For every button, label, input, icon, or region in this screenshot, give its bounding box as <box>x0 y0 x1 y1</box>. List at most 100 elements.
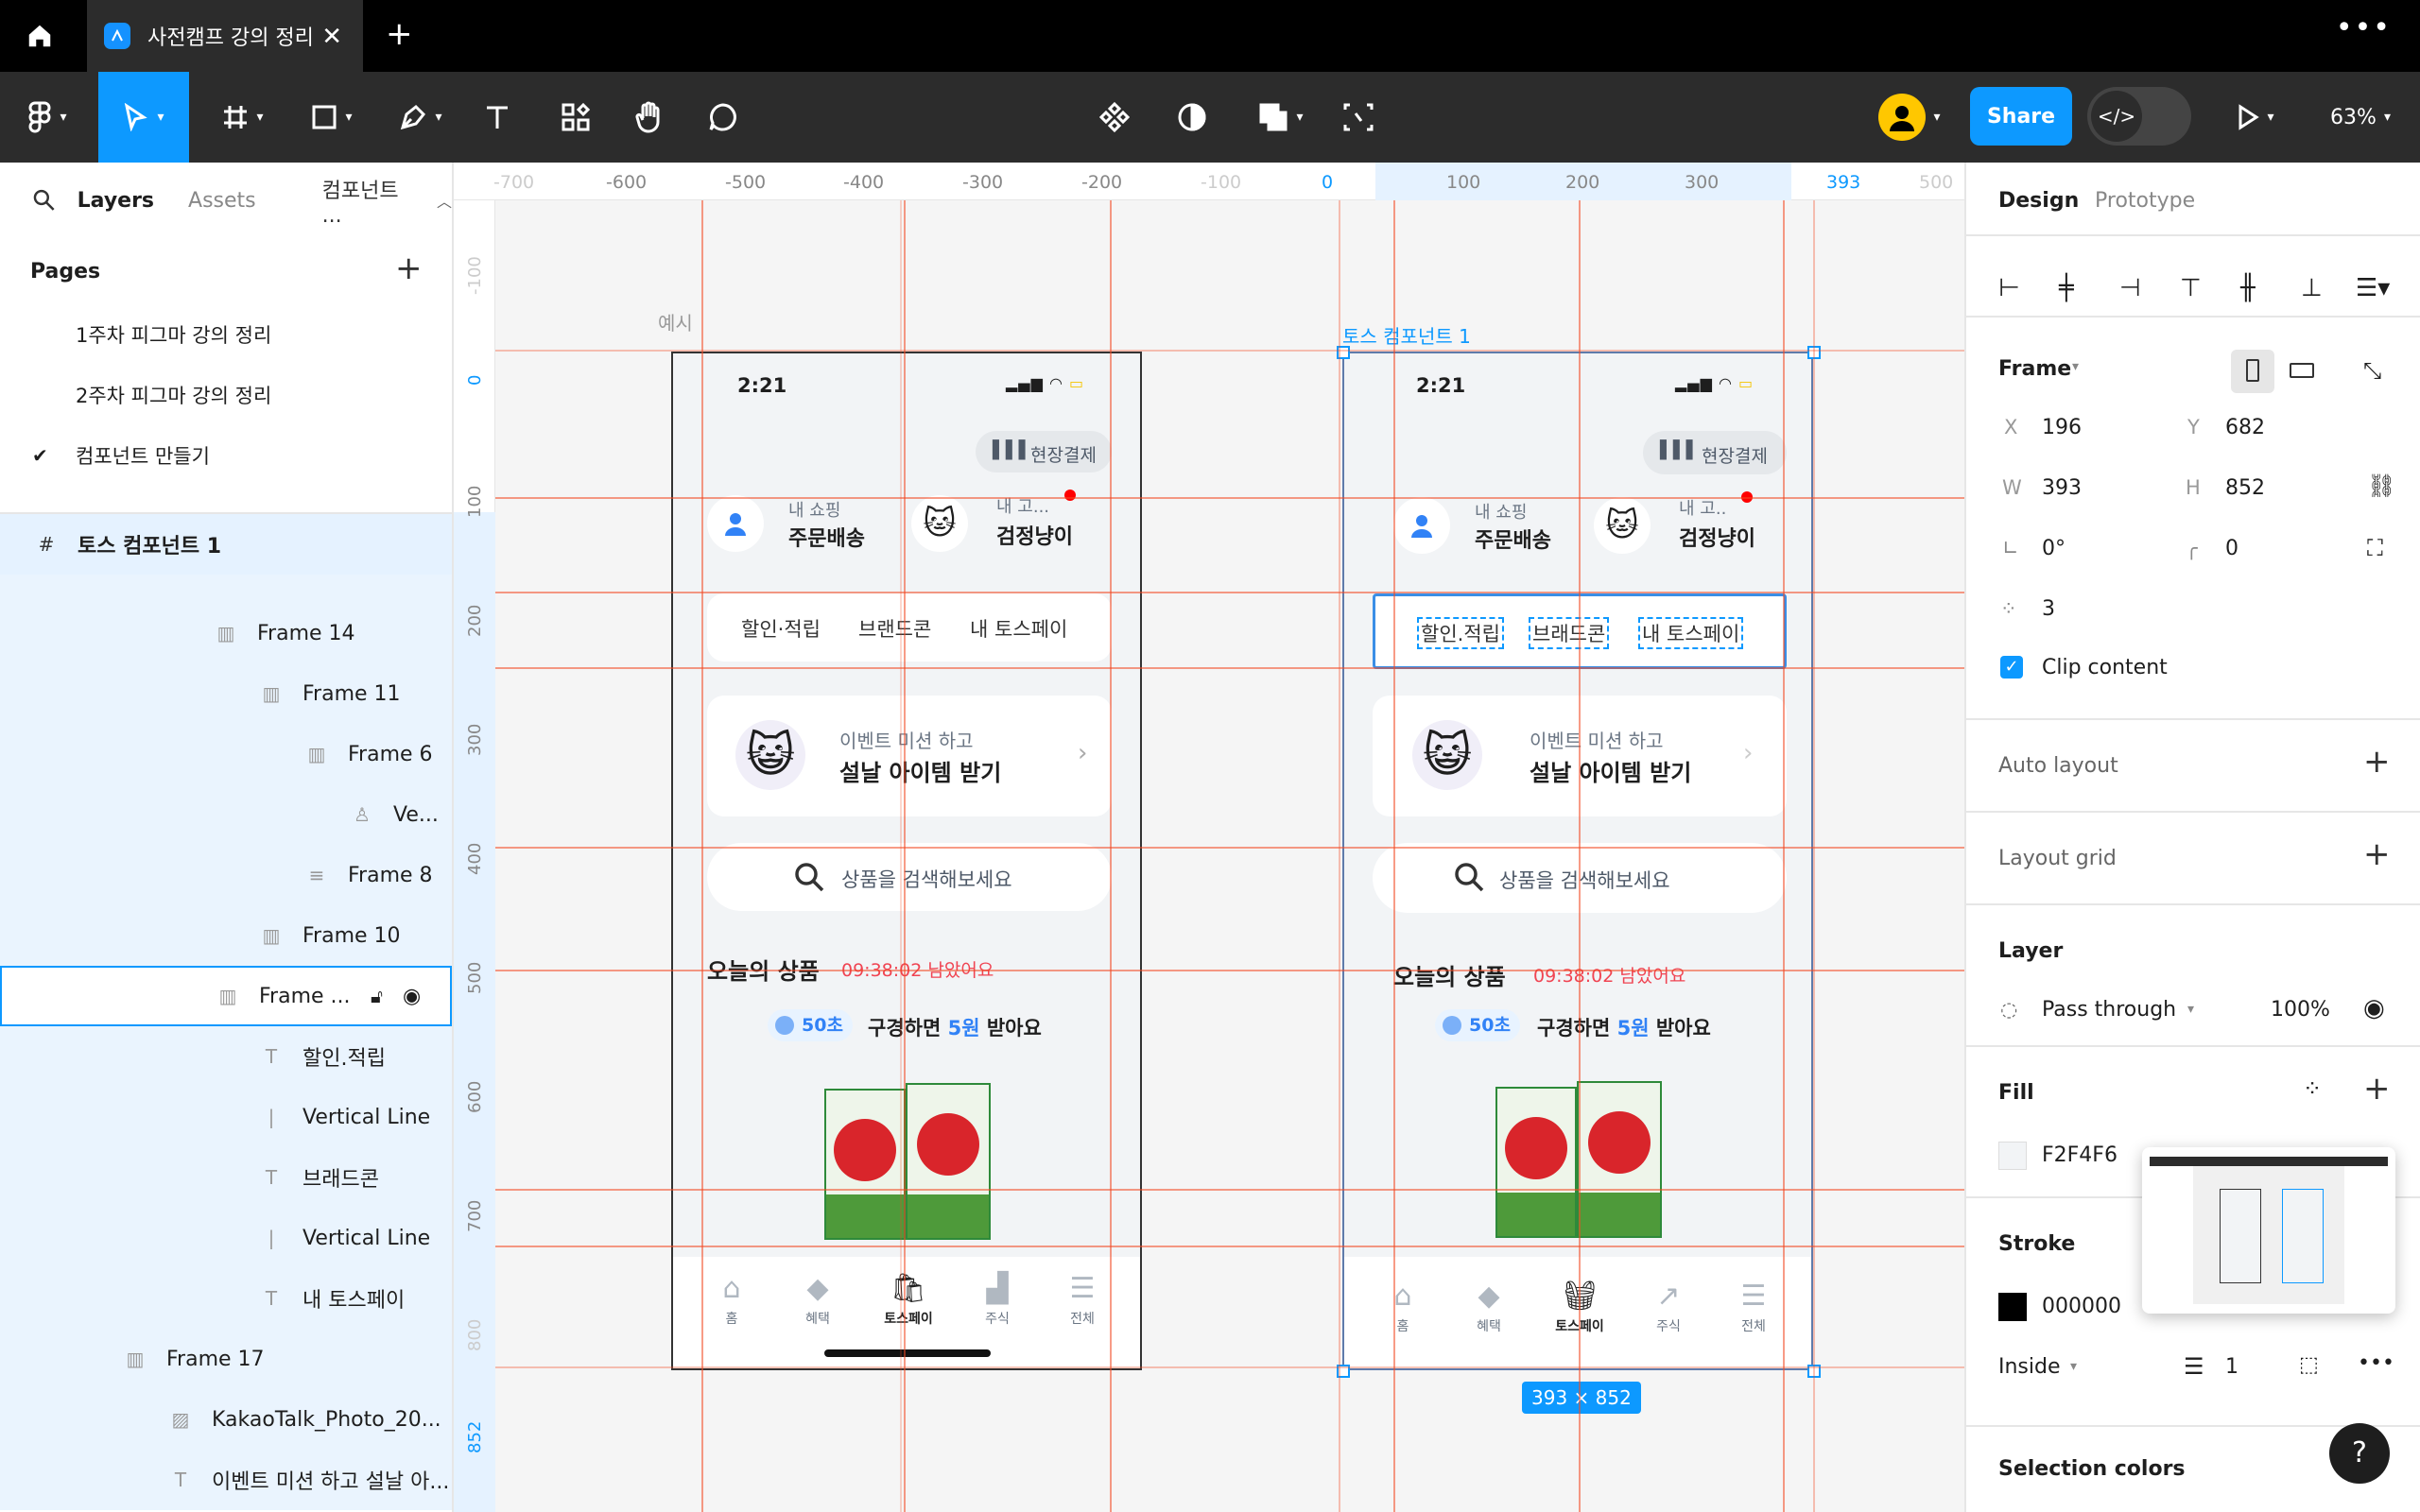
search-bar[interactable]: 상품을 검색해보세요 <box>707 843 1112 911</box>
portrait-icon[interactable] <box>2231 350 2274 393</box>
page-item-active[interactable]: ✔ 컴포넌트 만들기 <box>0 425 452 486</box>
tab-design[interactable]: Design <box>1998 189 2079 213</box>
text-tool[interactable] <box>476 72 518 163</box>
layer-item[interactable]: | Vertical Line <box>0 1087 452 1147</box>
layer-item[interactable]: ♙ Ve... <box>0 784 452 845</box>
distribute-icon[interactable]: ☰▾ <box>2356 274 2390 302</box>
resize-to-fit-icon[interactable]: ⤡ <box>2363 357 2381 384</box>
layer-item[interactable]: ▥ Frame 6 <box>0 724 452 784</box>
layer-item[interactable]: ▥ Frame 10 <box>0 905 452 966</box>
add-page-icon[interactable]: + <box>395 249 423 287</box>
my-shopping-card[interactable]: 내 쇼핑 주문배송 <box>707 490 906 558</box>
more-icon[interactable]: ••• <box>2336 11 2392 44</box>
frame-label-example[interactable]: 예시 <box>658 308 693 335</box>
styles-icon[interactable]: ⁘ <box>2303 1075 2322 1102</box>
tab-my-tosspay[interactable]: 내 토스페이 <box>1637 617 1744 649</box>
move-tool[interactable]: ▾ <box>98 72 189 163</box>
blend-mode-select[interactable]: Pass through <box>2042 998 2176 1022</box>
hand-tool[interactable] <box>626 72 673 163</box>
nav-home[interactable]: ⌂ 홈 <box>713 1272 751 1328</box>
layer-item[interactable]: T 할인.적립 <box>0 1026 452 1087</box>
constrain-proportions-icon[interactable]: ⛓︎ <box>2367 472 2395 499</box>
menu-tabs-card-selected[interactable]: 할인.적립 브래드콘 내 토스페이 <box>1373 593 1787 669</box>
search-bar[interactable]: 상품을 검색해보세요 <box>1373 843 1787 913</box>
layer-item[interactable]: ▨ KakaoTalk_Photo_20... <box>0 1389 452 1450</box>
layer-item[interactable]: T 내 토스페이 <box>0 1268 452 1329</box>
opacity-input[interactable]: 100% <box>2271 998 2330 1022</box>
my-shopping-card[interactable]: 내 쇼핑 주문배송 <box>1393 491 1592 559</box>
selection-handle[interactable] <box>1807 1365 1821 1378</box>
resources-tool[interactable] <box>552 72 599 163</box>
page-item[interactable]: 2주차 피그마 강의 정리 <box>0 365 452 425</box>
align-bottom-icon[interactable]: ⊥ <box>2301 274 2323 302</box>
x-input[interactable]: 196 <box>2042 416 2082 439</box>
height-input[interactable]: 852 <box>2225 476 2265 500</box>
tab-layers[interactable]: Layers <box>78 189 154 213</box>
help-button[interactable]: ? <box>2329 1423 2390 1484</box>
nav-tosspay[interactable]: 🧺︎ 토스페이 <box>1547 1280 1613 1335</box>
tab-assets[interactable]: Assets <box>188 189 256 213</box>
landscape-icon[interactable] <box>2290 363 2314 378</box>
file-tab[interactable]: 사전캠프 강의 정리 ✕ <box>87 0 363 72</box>
my-cat-card[interactable]: 🐱︎ 내 고... 검정냥이 <box>911 490 1110 558</box>
user-menu[interactable]: ▾ <box>1862 72 1957 163</box>
main-menu-button[interactable]: ▾ <box>19 72 76 163</box>
canvas[interactable]: -700 -600 -500 -400 -300 -200 -100 0 100… <box>454 163 1964 1512</box>
nav-home[interactable]: ⌂ 홈 <box>1384 1280 1422 1335</box>
tab-brandcon[interactable]: 브랜드콘 <box>858 614 931 643</box>
layer-item[interactable]: ▥ Frame 11 <box>0 663 452 724</box>
new-tab-button[interactable]: + <box>386 15 413 53</box>
tab-my-tosspay[interactable]: 내 토스페이 <box>970 614 1067 643</box>
share-button[interactable]: Share <box>1970 87 2072 146</box>
align-hcenter-icon[interactable]: ╪ <box>2059 274 2074 302</box>
clip-content-checkbox[interactable]: ✓ <box>2000 656 2023 679</box>
chevron-down-icon[interactable]: ▾ <box>2070 1359 2077 1374</box>
close-tab-icon[interactable]: ✕ <box>321 23 342 51</box>
shape-tool[interactable]: ▾ <box>299 72 365 163</box>
onsite-pay-button[interactable]: ▌▌▌ 현장결제 <box>976 431 1112 472</box>
product-image[interactable] <box>824 1079 991 1240</box>
tab-discount[interactable]: 할인.적립 <box>1417 617 1504 649</box>
align-right-icon[interactable]: ⊣ <box>2119 274 2141 302</box>
stroke-weight-input[interactable]: 1 <box>2225 1355 2238 1379</box>
layer-item-selected[interactable]: ▥ Frame ... 🔓︎ ◉ <box>0 966 452 1026</box>
radius-input[interactable]: 0 <box>2225 537 2238 560</box>
selection-handle[interactable] <box>1337 346 1350 359</box>
crop-tool[interactable] <box>1335 72 1382 163</box>
chevron-up-icon[interactable]: ︿ <box>437 189 452 212</box>
eye-icon[interactable]: ◉ <box>2363 994 2385 1022</box>
rotation-input[interactable]: 0° <box>2042 537 2066 560</box>
present-button[interactable]: ▾ <box>2227 72 2284 163</box>
layer-item[interactable]: T 이벤트 미션 하고 설날 아... <box>0 1450 452 1510</box>
add-layout-grid-icon[interactable]: + <box>2363 835 2391 873</box>
page-selector[interactable]: 컴포넌트 ... <box>322 174 424 228</box>
stroke-sides-icon[interactable]: ⬚ <box>2299 1353 2319 1377</box>
chevron-down-icon[interactable]: ▾ <box>2072 359 2079 374</box>
y-input[interactable]: 682 <box>2225 416 2265 439</box>
phone-frame-component[interactable]: 2:21 ▂▄▆ ◠ ▭ ▌▌▌ 현장결제 내 쇼핑 주문배송 🐱︎ 내 고..… <box>1342 352 1813 1370</box>
layer-item[interactable]: ≡ Frame 8 <box>0 845 452 905</box>
nav-benefit[interactable]: ◆ 혜택 <box>794 1272 841 1328</box>
add-fill-icon[interactable]: + <box>2363 1070 2391 1108</box>
stroke-swatch[interactable] <box>1998 1293 2027 1321</box>
frame-type-label[interactable]: Frame <box>1998 357 2071 381</box>
independent-corners-icon[interactable]: ⛶ <box>2367 535 2383 561</box>
event-card[interactable]: 😺︎ 이벤트 미션 하고 설날 아이템 받기 › <box>707 696 1112 816</box>
tab-discount[interactable]: 할인·적립 <box>741 614 821 643</box>
tab-brandcon[interactable]: 브래드콘 <box>1528 617 1610 649</box>
width-input[interactable]: 393 <box>2042 476 2082 500</box>
page-item[interactable]: 1주차 피그마 강의 정리 <box>0 304 452 365</box>
my-cat-card[interactable]: 🐱︎ 내 고.. 검정냥이 <box>1594 491 1792 559</box>
eye-icon[interactable]: ◉ <box>403 985 421 1008</box>
nav-all[interactable]: ☰ 전체 <box>1730 1280 1777 1335</box>
stroke-position-select[interactable]: Inside <box>1998 1355 2061 1379</box>
product-image[interactable] <box>1495 1077 1662 1240</box>
event-card[interactable]: 😺︎ 이벤트 미션 하고 설날 아이템 받기 › <box>1373 696 1787 816</box>
add-auto-layout-icon[interactable]: + <box>2363 743 2391 781</box>
align-vcenter-icon[interactable]: ╫ <box>2240 274 2256 302</box>
fill-swatch[interactable] <box>1998 1142 2027 1170</box>
onsite-pay-button[interactable]: ▌▌▌ 현장결제 <box>1643 431 1787 474</box>
layer-item[interactable]: ▥ Frame 17 <box>0 1329 452 1389</box>
frame-tool[interactable]: ▾ <box>210 72 276 163</box>
lock-icon[interactable]: 🔓︎ <box>371 985 383 1007</box>
